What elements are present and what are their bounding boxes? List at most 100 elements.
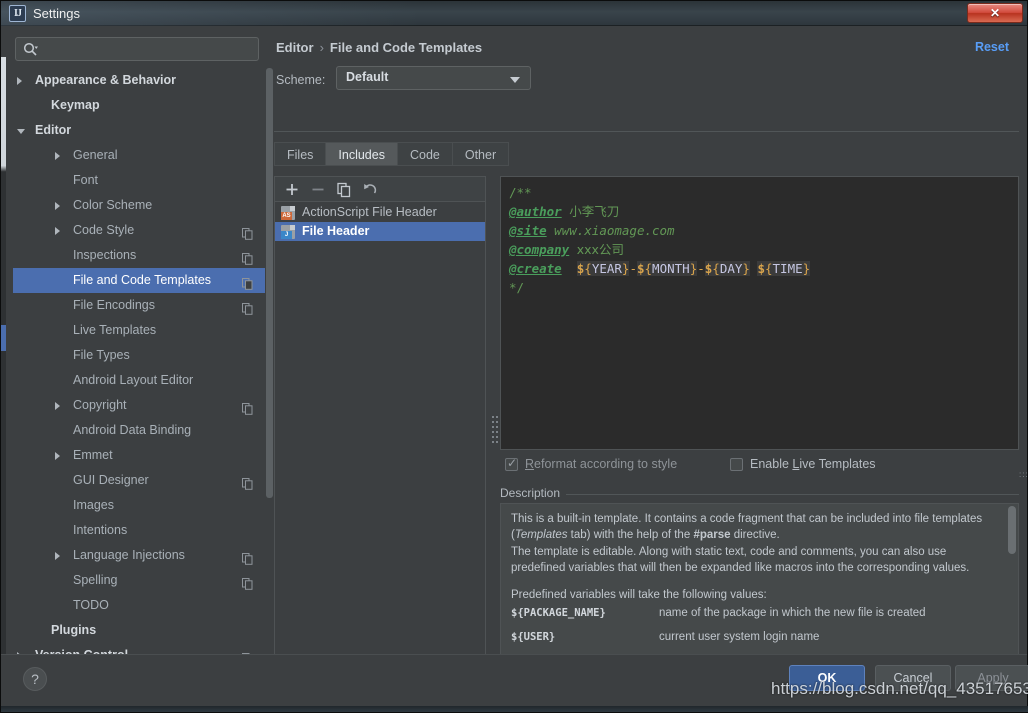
focus-indicator: ::::: — [1019, 473, 1028, 477]
description-scrollbar[interactable] — [1008, 506, 1016, 678]
template-list[interactable]: ASActionScript File HeaderJFile Header — [275, 203, 485, 680]
template-list-toolbar — [275, 177, 485, 202]
scheme-selected-value: Default — [346, 70, 388, 84]
title-bar: IJ Settings ✕ — [1, 1, 1027, 26]
sidebar-item-android-data-binding[interactable]: Android Data Binding — [13, 418, 265, 443]
sidebar-item-label: Emmet — [73, 443, 113, 468]
settings-tree[interactable]: Appearance & BehaviorKeymapEditorGeneral… — [13, 68, 265, 663]
reformat-label-text: eformat according to style — [534, 457, 677, 471]
sidebar-item-label: Plugins — [51, 618, 96, 643]
scheme-dropdown[interactable]: Default — [336, 66, 531, 90]
sidebar-item-keymap[interactable]: Keymap — [13, 93, 265, 118]
sidebar-item-label: File and Code Templates — [73, 268, 211, 293]
close-icon[interactable]: ✕ — [967, 3, 1023, 23]
template-options-row: Reformat according to style Enable Live … — [500, 456, 1019, 476]
breadcrumb-current: File and Code Templates — [330, 40, 482, 55]
live-templates-checkbox-label[interactable]: Enable Live Templates — [750, 456, 876, 473]
sidebar-item-live-templates[interactable]: Live Templates — [13, 318, 265, 343]
sidebar-item-general[interactable]: General — [13, 143, 265, 168]
tab-other[interactable]: Other — [453, 142, 509, 166]
copy-settings-icon — [242, 249, 253, 261]
code-comment-line: /** — [509, 183, 1010, 202]
sidebar-item-emmet[interactable]: Emmet — [13, 443, 265, 468]
sidebar-item-label: File Types — [73, 343, 130, 368]
sidebar-item-intentions[interactable]: Intentions — [13, 518, 265, 543]
chevron-right-icon[interactable] — [17, 77, 22, 85]
sidebar-item-android-layout-editor[interactable]: Android Layout Editor — [13, 368, 265, 393]
file-template-icon: AS — [281, 206, 295, 220]
reformat-checkbox-label[interactable]: Reformat according to style — [525, 456, 677, 473]
chevron-right-icon[interactable] — [55, 202, 60, 210]
sidebar-item-label: Code Style — [73, 218, 134, 243]
add-template-button[interactable] — [283, 181, 301, 198]
header-divider — [274, 131, 1019, 132]
code-create-line: @create ${YEAR}-${MONTH}-${DAY} ${TIME} — [509, 259, 1010, 278]
description-paragraph-1: This is a built-in template. It contains… — [511, 512, 991, 543]
chevron-right-icon[interactable] — [55, 152, 60, 160]
description-scrollbar-thumb[interactable] — [1008, 506, 1016, 554]
dialog-body: Appearance & BehaviorKeymapEditorGeneral… — [1, 26, 1027, 712]
template-category-tabs[interactable]: FilesIncludesCodeOther — [274, 142, 509, 166]
reformat-checkbox[interactable] — [505, 458, 518, 471]
breadcrumb-parent[interactable]: Editor — [276, 40, 314, 55]
copy-settings-icon — [242, 474, 253, 486]
sidebar-item-code-style[interactable]: Code Style — [13, 218, 265, 243]
search-input[interactable] — [46, 38, 252, 60]
code-tag-line: @author 小李飞刀 — [509, 202, 1010, 221]
chevron-right-icon[interactable] — [55, 227, 60, 235]
sidebar-item-inspections[interactable]: Inspections — [13, 243, 265, 268]
sidebar-item-editor[interactable]: Editor — [13, 118, 265, 143]
sidebar-item-plugins[interactable]: Plugins — [13, 618, 265, 643]
sidebar-item-file-encodings[interactable]: File Encodings — [13, 293, 265, 318]
tab-code[interactable]: Code — [398, 142, 453, 166]
sidebar-item-file-types[interactable]: File Types — [13, 343, 265, 368]
sidebar-item-label: Intentions — [73, 518, 127, 543]
search-box[interactable] — [15, 37, 259, 61]
sidebar-item-file-and-code-templates[interactable]: File and Code Templates — [13, 268, 265, 293]
sidebar-item-font[interactable]: Font — [13, 168, 265, 193]
chevron-right-icon[interactable] — [55, 402, 60, 410]
live-templates-label-pre: Enable — [750, 457, 792, 471]
copy-template-button[interactable] — [335, 181, 353, 198]
list-item[interactable]: JFile Header — [275, 222, 485, 241]
sidebar-item-label: TODO — [73, 593, 109, 618]
tab-includes[interactable]: Includes — [326, 142, 398, 166]
copy-settings-icon — [242, 399, 253, 411]
sidebar-item-color-scheme[interactable]: Color Scheme — [13, 193, 265, 218]
description-legend-divider — [566, 494, 1019, 495]
sidebar-item-label: Appearance & Behavior — [35, 68, 176, 93]
sidebar-item-gui-designer[interactable]: GUI Designer — [13, 468, 265, 493]
description-variable-row: ${USER}current user system login name — [511, 631, 991, 655]
sidebar-item-spelling[interactable]: Spelling — [13, 568, 265, 593]
template-code-editor[interactable]: /**@author 小李飞刀@site www.xiaomage.com@co… — [500, 176, 1019, 450]
window-title: Settings — [33, 5, 80, 22]
description-vars-heading: Predefined variables will take the follo… — [511, 589, 991, 601]
reset-link[interactable]: Reset — [975, 40, 1009, 54]
chevron-right-icon[interactable] — [55, 552, 60, 560]
sidebar-item-language-injections[interactable]: Language Injections — [13, 543, 265, 568]
live-templates-checkbox[interactable] — [730, 458, 743, 471]
sidebar-item-images[interactable]: Images — [13, 493, 265, 518]
sidebar-item-label: GUI Designer — [73, 468, 149, 493]
settings-content-panel: Editor›File and Code Templates Reset Sch… — [266, 26, 1027, 676]
settings-sidebar: Appearance & BehaviorKeymapEditorGeneral… — [9, 32, 265, 667]
window-bottom-edge — [1, 706, 1028, 712]
list-item[interactable]: ASActionScript File Header — [275, 203, 485, 222]
sidebar-item-copyright[interactable]: Copyright — [13, 393, 265, 418]
description-paragraph-2: The template is editable. Along with sta… — [511, 545, 991, 576]
desc-p1-italic: Templates — [515, 529, 568, 541]
file-template-icon: J — [281, 225, 295, 239]
panel-splitter[interactable] — [490, 176, 500, 681]
sidebar-edge-selection — [1, 325, 6, 351]
remove-template-button[interactable] — [309, 181, 327, 198]
chevron-right-icon[interactable] — [55, 452, 60, 460]
chevron-down-icon[interactable] — [17, 129, 25, 134]
tab-files[interactable]: Files — [274, 142, 326, 166]
sidebar-item-todo[interactable]: TODO — [13, 593, 265, 618]
sidebar-item-appearance-behavior[interactable]: Appearance & Behavior — [13, 68, 265, 93]
sidebar-edge-strip — [1, 57, 6, 661]
live-templates-label-post: ive Templates — [799, 457, 875, 471]
desc-p1-b: tab) with the help of the — [567, 529, 693, 541]
help-button[interactable]: ? — [23, 667, 47, 691]
revert-template-button[interactable] — [361, 181, 379, 198]
